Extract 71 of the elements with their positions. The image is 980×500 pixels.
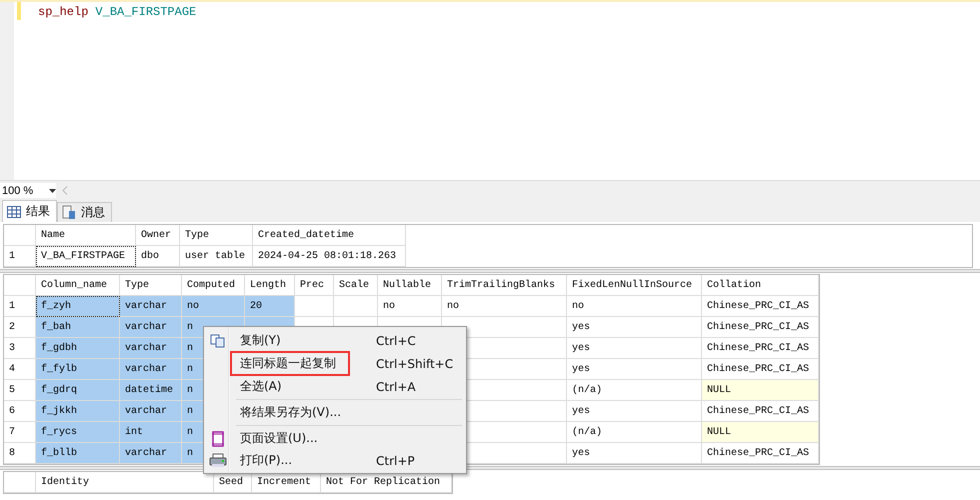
table-cell: f_jkkh [36,401,120,422]
table-cell: Chinese_PRC_CI_AS [702,338,819,359]
scroll-left-icon[interactable] [62,186,68,195]
table-cell: f_fylb [36,359,120,380]
page-icon [211,430,225,446]
grid-icon [7,206,21,218]
corner-cell[interactable] [4,275,36,296]
table-cell: no [567,296,702,317]
column-header[interactable]: Prec [295,275,334,296]
table-cell: f_zyh [36,296,120,317]
column-header[interactable]: Computed [182,275,245,296]
column-header[interactable]: Not For Replication [321,472,452,493]
menu-item-label: 连同标题一起复制 [230,351,350,376]
table-cell: int [120,422,182,443]
table-cell: f_rycs [36,422,120,443]
table-cell: NULL [702,422,819,443]
table-cell: f_bah [36,317,120,338]
table-cell: 2024-04-25 08:01:18.263 [253,246,406,267]
printer-icon [209,453,227,468]
column-header[interactable]: Name [36,225,136,246]
table-cell: varchar [120,401,182,422]
corner-cell[interactable] [4,225,36,246]
table-cell: V_BA_FIRSTPAGE [36,246,136,267]
table-cell: varchar [120,317,182,338]
column-header[interactable]: Collation [702,275,819,296]
table-cell: yes [567,359,702,380]
column-header[interactable]: Type [180,225,253,246]
table-cell: varchar [120,296,182,317]
table-cell: yes [567,317,702,338]
results-tab[interactable]: 结果 [2,200,57,222]
table-cell: datetime [120,380,182,401]
column-header[interactable]: Increment [252,472,321,493]
table-cell: varchar [120,443,182,464]
table-cell: yes [567,401,702,422]
table-cell: Chinese_PRC_CI_AS [702,296,819,317]
column-header[interactable]: Column_name [36,275,120,296]
row-number[interactable]: 1 [4,246,36,267]
table-cell: yes [567,443,702,464]
table-cell: 20 [245,296,295,317]
copy-icon [210,334,226,348]
column-header[interactable]: Length [245,275,295,296]
zoom-dropdown[interactable]: 100 % [0,183,56,198]
code-token: sp_help [38,5,88,19]
column-header[interactable]: FixedLenNullInSource [567,275,702,296]
corner-cell[interactable] [4,472,36,493]
table-cell: f_bllb [36,443,120,464]
document-icon [62,205,76,220]
column-header[interactable]: Identity [36,472,214,493]
caret-icon [49,188,56,192]
column-header[interactable]: TrimTrailingBlanks [442,275,567,296]
table-cell: Chinese_PRC_CI_AS [702,443,819,464]
column-header[interactable]: Nullable [378,275,442,296]
table-cell: varchar [120,338,182,359]
table-cell: no [442,296,567,317]
table-cell: no [182,296,245,317]
table-cell: dbo [136,246,180,267]
column-header[interactable]: Created_datetime [253,225,406,246]
table-cell: varchar [120,359,182,380]
column-header[interactable]: Owner [136,225,180,246]
results-tab[interactable]: 消息 [57,202,112,222]
table-cell: Chinese_PRC_CI_AS [702,317,819,338]
table-cell: f_gdbh [36,338,120,359]
table-cell: NULL [702,380,819,401]
table-cell: yes [567,338,702,359]
column-header[interactable]: Scale [334,275,378,296]
table-cell: user table [180,246,253,267]
code-token: V_BA_FIRSTPAGE [95,5,196,19]
table-cell: no [378,296,442,317]
column-header[interactable]: Seed [214,472,252,493]
column-header[interactable]: Type [120,275,182,296]
table-cell: f_gdrq [36,380,120,401]
